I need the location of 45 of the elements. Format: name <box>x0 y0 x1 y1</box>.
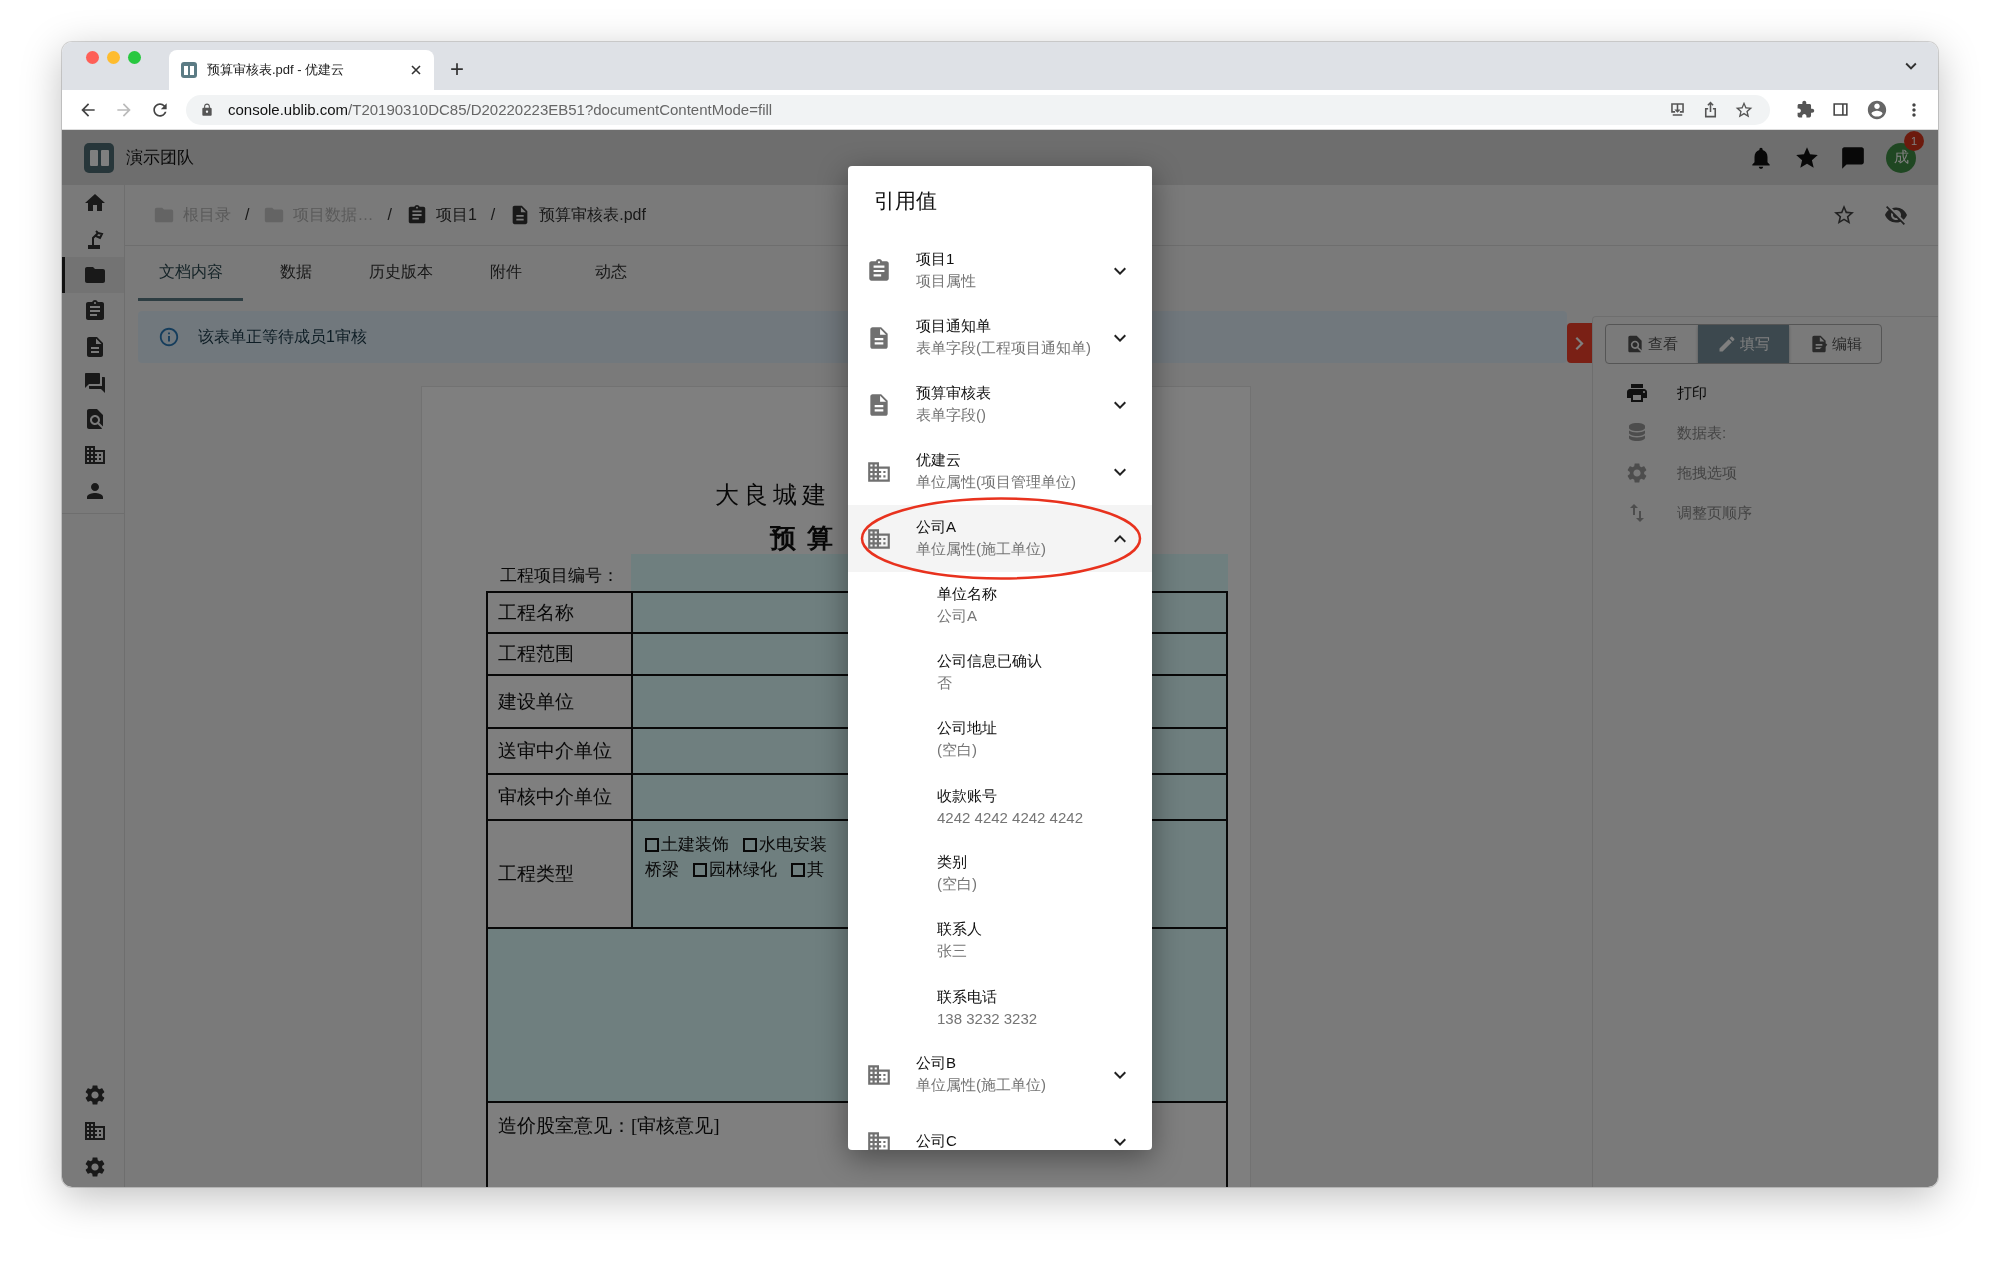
breadcrumb-separator: / <box>387 206 392 224</box>
document-subtitle: 预算 <box>770 524 844 553</box>
field-value: 公司A <box>937 607 978 626</box>
field-name: 类别 <box>937 853 968 872</box>
item-title: 公司A <box>916 518 957 537</box>
item-title: 项目通知单 <box>916 317 992 336</box>
item-title: 公司B <box>916 1054 957 1073</box>
item-subtitle: 表单字段(工程项目通知单) <box>916 339 1092 358</box>
breadcrumb-separator: / <box>245 206 250 224</box>
field-name: 单位名称 <box>937 585 998 604</box>
item-subtitle: 单位属性(施工单位) <box>916 540 1047 559</box>
field-name: 收款账号 <box>937 787 998 806</box>
field-value: 4242 4242 4242 4242 <box>937 809 1084 826</box>
item-title: 公司C <box>916 1132 958 1150</box>
field-label: 建设单位 <box>498 690 574 712</box>
document-title: 大良城建 <box>715 482 831 508</box>
breadcrumb-separator: / <box>490 206 496 224</box>
item-subtitle: 单位属性(施工单位) <box>916 1076 1047 1095</box>
banner-text: 该表单正等待成员1审核 <box>198 326 367 347</box>
field-name: 联系人 <box>937 920 983 939</box>
field-name: 公司地址 <box>937 719 998 738</box>
field-label: 工程项目编号： <box>500 565 619 587</box>
option-text: 桥梁 <box>645 859 679 881</box>
field-value: 138 3232 3232 <box>937 1010 1039 1027</box>
item-title: 项目1 <box>916 250 956 269</box>
team-name: 演示团队 <box>126 147 194 169</box>
item-subtitle: 表单字段() <box>916 406 987 425</box>
field-value: 张三 <box>937 942 968 961</box>
field-name: 公司信息已确认 <box>937 652 1043 671</box>
field-label: 工程范围 <box>498 643 574 664</box>
item-subtitle: 项目属性 <box>916 272 977 291</box>
field-label: 送审中介单位 <box>498 740 612 761</box>
field-name: 联系电话 <box>937 988 998 1007</box>
item-title: 优建云 <box>916 451 962 470</box>
opinion-text: 造价股室意见：[审核意见] <box>498 1115 720 1136</box>
field-value: (空白) <box>937 741 978 760</box>
field-value: 否 <box>937 674 953 693</box>
item-subtitle: 单位属性(项目管理单位) <box>916 473 1077 492</box>
field-value: (空白) <box>937 875 978 894</box>
field-label: 审核中介单位 <box>498 786 612 807</box>
item-title: 预算审核表 <box>916 384 992 403</box>
dialog-title: 引用值 <box>874 187 937 214</box>
field-label: 工程类型 <box>498 863 574 884</box>
notification-badge: 1 <box>1904 130 1924 151</box>
field-label: 工程名称 <box>498 601 574 623</box>
